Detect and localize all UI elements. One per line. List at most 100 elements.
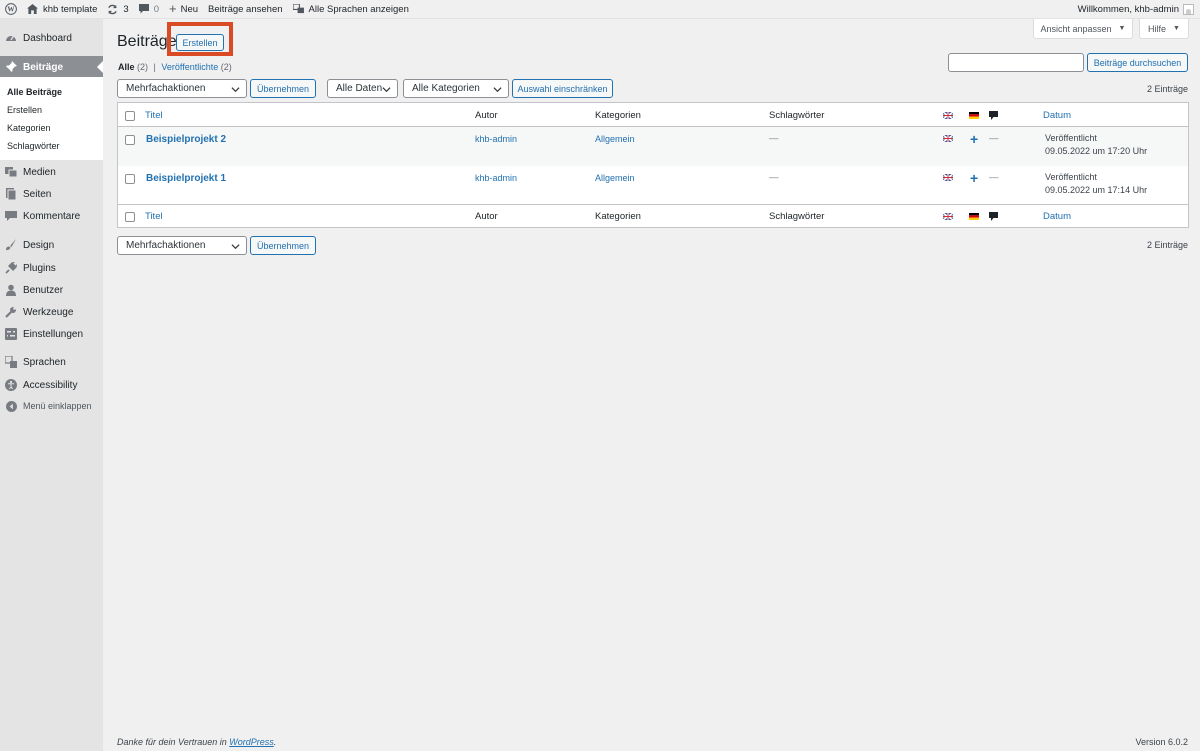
tags-value: —: [769, 133, 779, 144]
chevron-down-icon: [493, 87, 502, 93]
menu-pages[interactable]: Seiten: [0, 183, 103, 205]
view-posts-link[interactable]: Beiträge ansehen: [203, 0, 287, 19]
table-row: Beispielprojekt 2 khb-admin Allgemein — …: [118, 127, 1188, 166]
menu-accessibility[interactable]: Accessibility: [0, 374, 103, 396]
bulk-actions-select[interactable]: Mehrfachaktionen: [117, 79, 247, 98]
screen-options-button[interactable]: Ansicht anpassen ▼: [1033, 19, 1133, 39]
menu-languages[interactable]: Sprachen: [0, 351, 103, 373]
wordpress-logo-icon[interactable]: W: [0, 0, 22, 19]
updates-icon: [107, 4, 118, 15]
category-link[interactable]: Allgemein: [595, 134, 635, 144]
author-link[interactable]: khb-admin: [475, 134, 517, 144]
updates-link[interactable]: 3: [102, 0, 133, 19]
row-checkbox[interactable]: [125, 135, 135, 145]
menu-tools[interactable]: Werkzeuge: [0, 301, 103, 323]
author-link[interactable]: khb-admin: [475, 173, 517, 183]
menu-languages-label: Sprachen: [23, 356, 66, 368]
accessibility-icon: [5, 379, 17, 391]
column-tags-header: Schlagwörter: [769, 110, 825, 121]
chevron-down-icon: [231, 244, 240, 250]
menu-users-label: Benutzer: [23, 284, 64, 296]
category-filter-select[interactable]: Alle Kategorien: [403, 79, 509, 98]
column-date-footer[interactable]: Datum: [1043, 211, 1071, 222]
table-row: Beispielprojekt 1 khb-admin Allgemein — …: [118, 166, 1188, 205]
plug-icon: [5, 262, 17, 274]
help-button[interactable]: Hilfe ▼: [1139, 19, 1189, 39]
column-categories-footer: Kategorien: [595, 211, 641, 222]
post-title-link[interactable]: Beispielprojekt 2: [146, 134, 226, 145]
collapse-icon: [5, 400, 17, 412]
updates-count: 3: [123, 3, 129, 15]
add-translation-plus-icon[interactable]: +: [970, 171, 978, 185]
date-filter-select[interactable]: Alle Daten: [327, 79, 398, 98]
bulk-actions-select-bottom[interactable]: Mehrfachaktionen: [117, 236, 247, 255]
pin-icon: [5, 61, 17, 73]
menu-settings-label: Einstellungen: [23, 328, 84, 340]
add-new-button[interactable]: Erstellen: [176, 34, 224, 51]
all-languages-link[interactable]: Alle Sprachen anzeigen: [288, 0, 414, 19]
submenu-add-new[interactable]: Erstellen: [7, 105, 42, 115]
add-translation-plus-icon[interactable]: +: [970, 132, 978, 146]
submenu-categories[interactable]: Kategorien: [7, 123, 51, 133]
apply-button[interactable]: Übernehmen: [250, 79, 316, 98]
menu-posts[interactable]: Beiträge: [0, 56, 103, 78]
column-title-header[interactable]: Titel: [145, 110, 163, 121]
flag-uk-icon[interactable]: [943, 135, 953, 142]
brush-icon: [5, 239, 17, 251]
menu-dashboard[interactable]: Dashboard: [0, 27, 103, 49]
pages-icon: [5, 188, 17, 200]
new-content-link[interactable]: + Neu: [164, 0, 203, 19]
menu-pages-label: Seiten: [23, 188, 52, 200]
menu-comments-label: Kommentare: [23, 210, 81, 222]
footer-divider: [118, 204, 1188, 205]
menu-collapse[interactable]: Menü einklappen: [0, 395, 103, 417]
apply-button-bottom[interactable]: Übernehmen: [250, 236, 316, 255]
category-link[interactable]: Allgemein: [595, 173, 635, 183]
menu-plugins[interactable]: Plugins: [0, 257, 103, 279]
comments-value: —: [989, 133, 999, 144]
comments-link[interactable]: 0: [134, 0, 164, 19]
caret-down-icon: ▼: [1173, 25, 1180, 32]
submenu-all-posts[interactable]: Alle Beiträge: [7, 87, 62, 97]
view-published-count: (2): [220, 62, 232, 72]
post-title-link[interactable]: Beispielprojekt 1: [146, 173, 226, 184]
column-title-footer[interactable]: Titel: [145, 211, 163, 222]
comments-icon: [5, 210, 17, 222]
wordpress-link[interactable]: WordPress: [229, 737, 274, 747]
column-date-header[interactable]: Datum: [1043, 110, 1071, 121]
column-tags-footer: Schlagwörter: [769, 211, 825, 222]
footer-thanks-suffix: .: [273, 737, 277, 747]
menu-accessibility-label: Accessibility: [23, 379, 78, 391]
comment-icon: [138, 4, 149, 14]
select-all-checkbox-bottom[interactable]: [125, 212, 135, 222]
filter-button[interactable]: Auswahl einschränken: [512, 79, 613, 98]
admin-menu: Dashboard Beiträge Alle Beiträge Erstell…: [0, 19, 103, 751]
search-input[interactable]: [948, 53, 1084, 72]
bulk-actions-value: Mehrfachaktionen: [126, 83, 206, 94]
help-label: Hilfe: [1148, 23, 1167, 34]
menu-media[interactable]: Medien: [0, 161, 103, 183]
new-label: Neu: [180, 3, 199, 15]
view-published-link[interactable]: Veröffentlichte: [161, 62, 218, 72]
flag-de-icon: [969, 112, 979, 119]
footer-version: Version 6.0.2: [1135, 737, 1188, 747]
flag-de-icon: [969, 213, 979, 220]
column-author-footer: Autor: [475, 211, 498, 222]
comment-bubble-icon: [989, 111, 998, 120]
caret-down-icon: ▼: [1118, 25, 1126, 32]
row-checkbox[interactable]: [125, 174, 135, 184]
post-date: Veröffentlicht 09.05.2022 um 17:14 Uhr: [1045, 171, 1147, 197]
menu-settings[interactable]: Einstellungen: [0, 323, 103, 345]
search-posts-button[interactable]: Beiträge durchsuchen: [1087, 53, 1188, 72]
screen-options-label: Ansicht anpassen: [1040, 23, 1112, 34]
menu-users[interactable]: Benutzer: [0, 279, 103, 301]
site-name-link[interactable]: khb template: [22, 0, 102, 19]
flag-uk-icon[interactable]: [943, 174, 953, 181]
view-all-link[interactable]: Alle: [118, 62, 135, 72]
submenu-tags[interactable]: Schlagwörter: [7, 141, 60, 151]
menu-comments[interactable]: Kommentare: [0, 205, 103, 227]
account-menu[interactable]: Willkommen, khb-admin: [1078, 0, 1200, 19]
menu-design[interactable]: Design: [0, 234, 103, 256]
select-all-checkbox[interactable]: [125, 111, 135, 121]
wrench-icon: [5, 306, 17, 318]
